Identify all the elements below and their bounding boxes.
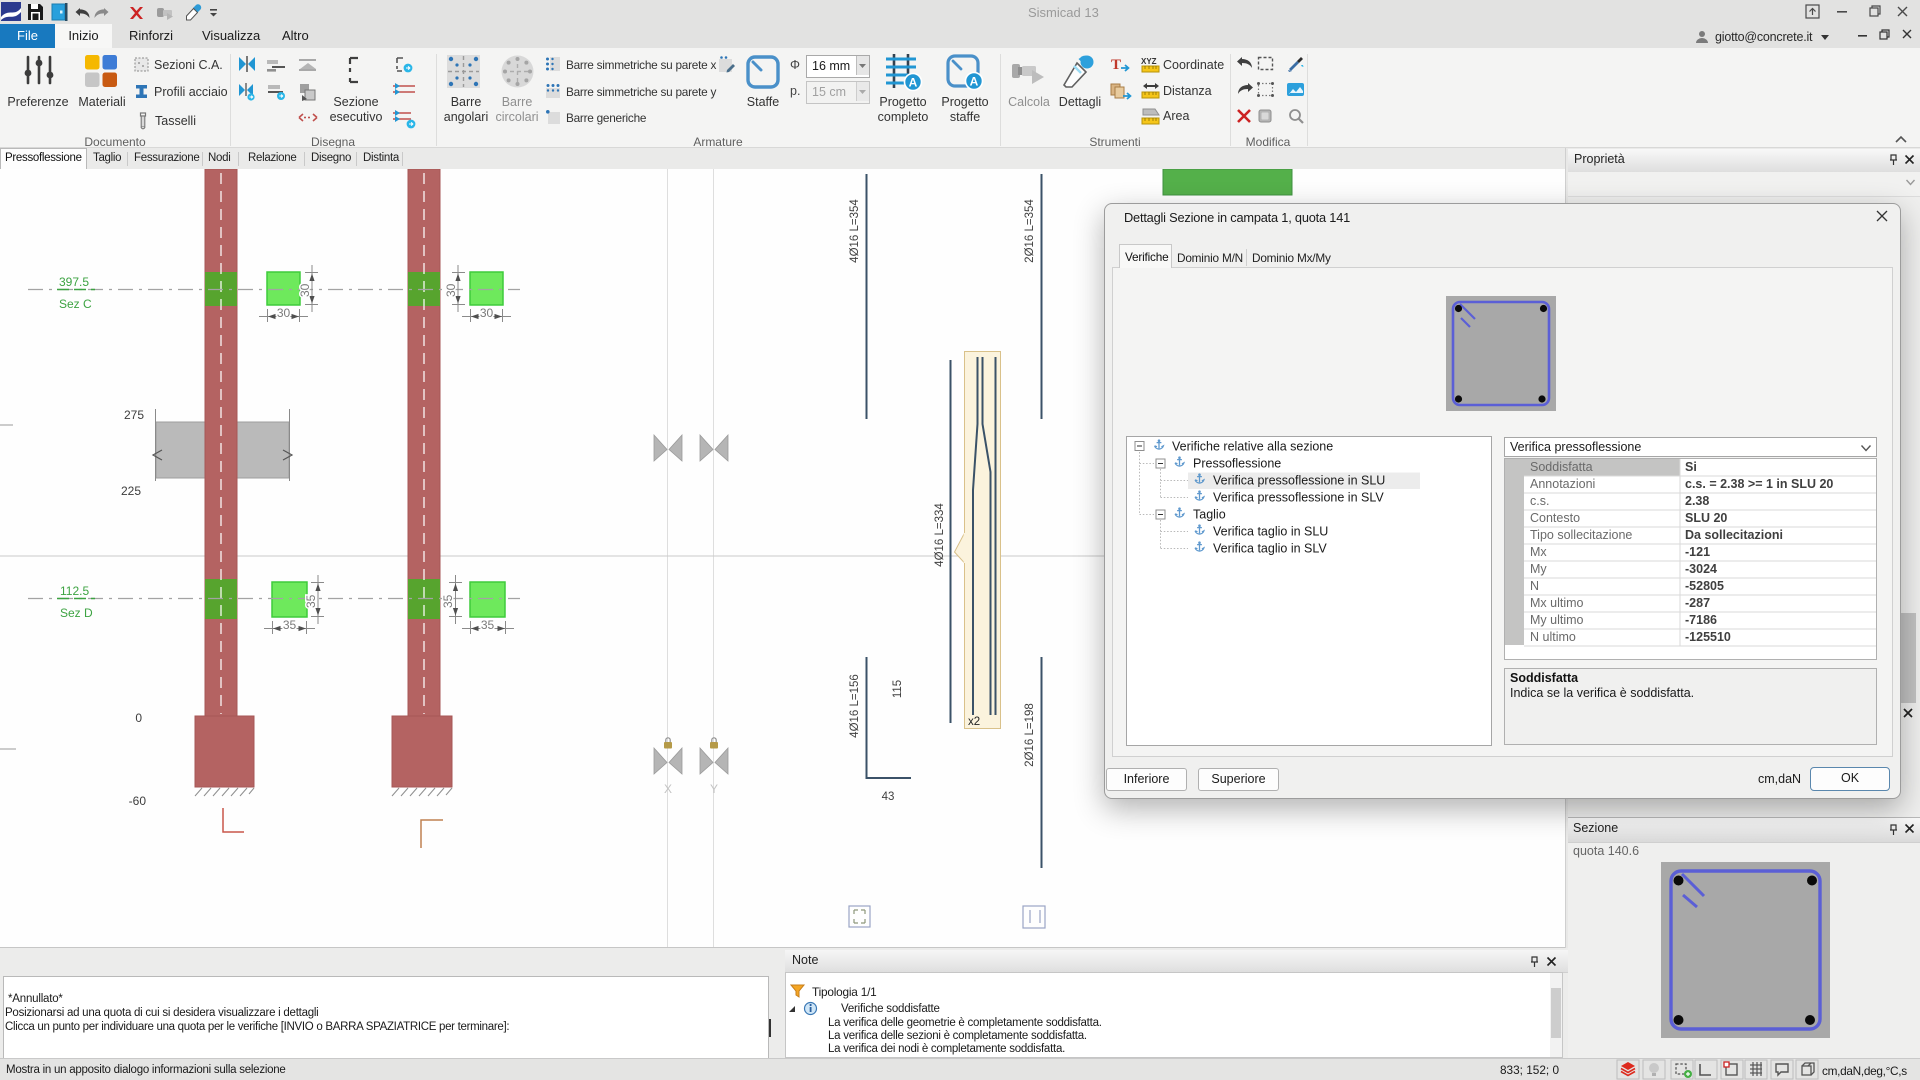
svg-text:30: 30 [444, 283, 458, 297]
svg-text:A: A [970, 75, 979, 89]
svg-text:-7186: -7186 [1685, 613, 1717, 627]
svg-text:30: 30 [277, 306, 291, 320]
svg-text:N: N [1530, 579, 1539, 593]
svg-text:Annotazioni: Annotazioni [1530, 477, 1595, 491]
svg-text:My: My [1530, 562, 1547, 576]
svg-text:SLU 20: SLU 20 [1685, 511, 1727, 525]
svg-text:-125510: -125510 [1685, 630, 1731, 644]
svg-text:225: 225 [121, 484, 141, 498]
svg-text:Soddisfatta: Soddisfatta [1530, 460, 1593, 474]
svg-text:Si: Si [1685, 460, 1697, 474]
svg-text:0: 0 [135, 711, 142, 725]
svg-text:Verifiche relative alla sezion: Verifiche relative alla sezione [1172, 440, 1333, 454]
svg-text:-121: -121 [1685, 545, 1710, 559]
svg-text:4Ø16 L=354: 4Ø16 L=354 [849, 199, 861, 263]
svg-text:Pressoflessione: Pressoflessione [1193, 457, 1281, 471]
svg-text:A: A [909, 76, 918, 90]
svg-text:Mx: Mx [1530, 545, 1547, 559]
svg-text:X: X [664, 782, 672, 796]
svg-text:N ultimo: N ultimo [1530, 630, 1576, 644]
svg-text:2Ø16 L=198: 2Ø16 L=198 [1024, 703, 1036, 767]
svg-text:Sez C: Sez C [59, 297, 92, 311]
svg-text:-3024: -3024 [1685, 562, 1717, 576]
svg-text:115: 115 [892, 680, 904, 698]
svg-text:275: 275 [124, 408, 144, 422]
svg-text:30: 30 [480, 306, 494, 320]
svg-text:35: 35 [283, 618, 297, 632]
svg-text:112.5: 112.5 [60, 584, 89, 598]
svg-text:XYZ: XYZ [1141, 57, 1157, 66]
svg-text:Taglio: Taglio [1193, 508, 1226, 522]
svg-text:Tipo sollecitazione: Tipo sollecitazione [1530, 528, 1632, 542]
svg-text:Sez D: Sez D [60, 606, 93, 620]
svg-text:Verifica taglio in SLU: Verifica taglio in SLU [1213, 525, 1328, 539]
svg-text:Y: Y [710, 782, 718, 796]
svg-text:35: 35 [441, 594, 455, 608]
svg-text:4Ø16 L=156: 4Ø16 L=156 [849, 674, 861, 738]
svg-text:-287: -287 [1685, 596, 1710, 610]
svg-text:My ultimo: My ultimo [1530, 613, 1584, 627]
svg-text:Contesto: Contesto [1530, 511, 1580, 525]
svg-text:2Ø16 L=354: 2Ø16 L=354 [1024, 199, 1036, 263]
svg-text:35: 35 [304, 594, 318, 608]
svg-text:30: 30 [298, 283, 312, 297]
svg-text:T: T [1111, 57, 1121, 73]
svg-text:c.s.: c.s. [1530, 494, 1549, 508]
svg-text:Verifica taglio in SLV: Verifica taglio in SLV [1213, 542, 1327, 556]
svg-text:397.5: 397.5 [59, 275, 89, 289]
svg-text:x2: x2 [968, 716, 980, 728]
svg-text:Mx ultimo: Mx ultimo [1530, 596, 1584, 610]
svg-text:Da sollecitazioni: Da sollecitazioni [1685, 528, 1783, 542]
svg-text:43: 43 [882, 791, 895, 803]
svg-text:Verifica pressoflessione in SL: Verifica pressoflessione in SLU [1213, 474, 1385, 488]
svg-text:-52805: -52805 [1685, 579, 1724, 593]
svg-text:2.38: 2.38 [1685, 494, 1709, 508]
svg-text:4Ø16 L=334: 4Ø16 L=334 [934, 503, 946, 567]
svg-text:c.s. = 2.38 >= 1 in SLU 20: c.s. = 2.38 >= 1 in SLU 20 [1685, 477, 1833, 491]
svg-text:35: 35 [481, 618, 495, 632]
svg-text:Verifica pressoflessione in SL: Verifica pressoflessione in SLV [1213, 491, 1384, 505]
svg-text:-60: -60 [129, 794, 147, 808]
